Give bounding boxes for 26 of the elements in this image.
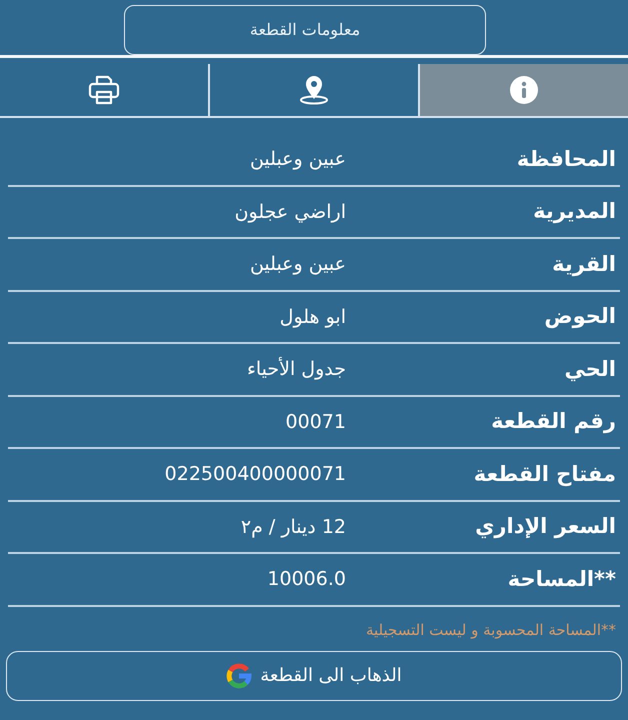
field-label: الحي [564, 356, 617, 384]
field-value: جدول الأحياء [246, 356, 347, 382]
tab[interactable] [420, 64, 628, 116]
field-value: ابو هلول [280, 304, 347, 330]
field-label: المحافظة [516, 146, 617, 172]
field-value: 10006.0 [267, 567, 347, 592]
field-value: عبين وعبلين [250, 147, 347, 172]
field-label: القرية [551, 250, 617, 278]
info-icon [509, 75, 539, 105]
field-label: **المساحة [506, 566, 617, 592]
field-label: المديرية [532, 198, 617, 226]
map-pin-icon [297, 75, 331, 105]
field-label: رقم القطعة [490, 408, 617, 436]
footnote-text: **المساحة المحسوبة و ليست التسجيلية [364, 620, 617, 641]
field-value: 00071 [286, 410, 347, 434]
field-value: عبين وعبلين [250, 252, 347, 277]
section-title-button[interactable]: معلومات القطعة [124, 5, 486, 55]
google-g-icon [226, 662, 252, 688]
field-label: السعر الإداري [474, 513, 617, 540]
field-value: 12 دينار / م٢ [240, 514, 347, 540]
field-value: اراضي عجلون [234, 200, 347, 225]
field-value: 022500400000071 [164, 462, 347, 487]
field-label: مفتاح القطعة [472, 460, 617, 488]
field-label: الحوض [543, 303, 617, 330]
printer-icon [88, 75, 120, 105]
go-to-parcel-button[interactable]: الذهاب الى القطعة [6, 650, 622, 700]
